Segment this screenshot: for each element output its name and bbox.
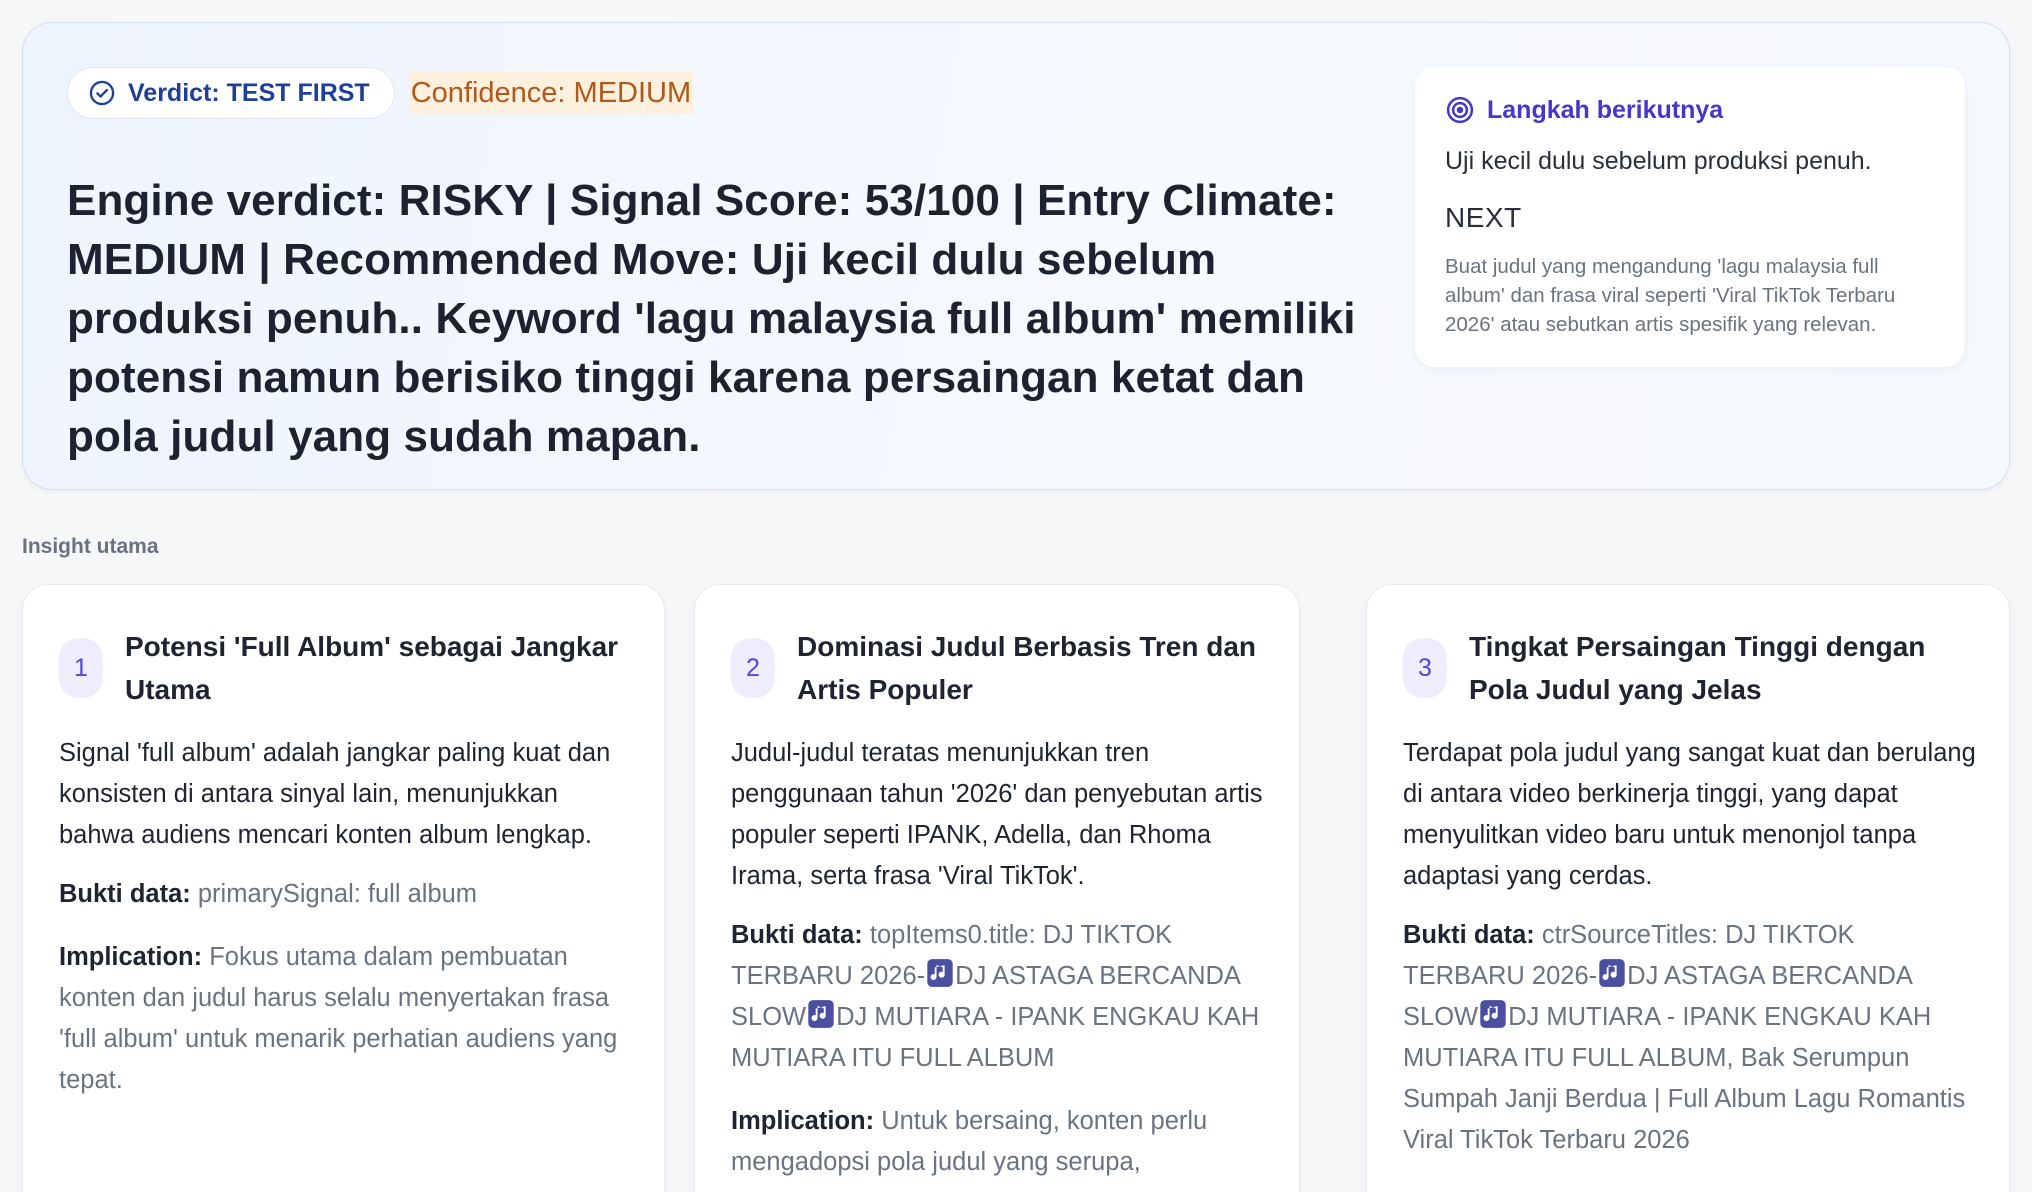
insight-number-badge: 2 bbox=[731, 638, 775, 698]
music-note-icon bbox=[927, 959, 953, 987]
music-note-icon bbox=[1480, 1000, 1506, 1028]
implication-key: Implication: bbox=[731, 1107, 875, 1135]
insight-evidence: Bukti data: ctrSourceTitles: DJ TIKTOK T… bbox=[1403, 915, 1979, 1161]
insight-card-body: Terdapat pola judul yang sangat kuat dan… bbox=[1403, 733, 1979, 1161]
verdict-badge: Verdict: TEST FIRST bbox=[67, 67, 395, 119]
insight-title: Potensi 'Full Album' sebagai Jangkar Uta… bbox=[125, 631, 619, 705]
insight-card-body: Judul-judul teratas menunjukkan tren pen… bbox=[731, 733, 1269, 1183]
verdict-pill-row: Verdict: TEST FIRST Confidence: MEDIUM bbox=[67, 67, 694, 119]
next-step-title: Langkah berikutnya bbox=[1487, 95, 1724, 124]
music-note-icon bbox=[808, 1000, 834, 1028]
evidence-key: Bukti data: bbox=[1403, 921, 1535, 949]
insight-title: Tingkat Persaingan Tinggi dengan Pola Ju… bbox=[1469, 631, 1926, 705]
insight-card-body: Signal 'full album' adalah jangkar palin… bbox=[59, 733, 634, 1101]
target-icon bbox=[1446, 96, 1474, 124]
evidence-value: primarySignal: full album bbox=[197, 880, 478, 908]
verdict-headline: Engine verdict: RISKY | Signal Score: 53… bbox=[67, 176, 1356, 461]
next-step-description: Buat judul yang mengandung 'lagu malaysi… bbox=[1445, 255, 1896, 336]
insight-description: Terdapat pola judul yang sangat kuat dan… bbox=[1403, 739, 1976, 890]
insight-description: Judul-judul teratas menunjukkan tren pen… bbox=[731, 739, 1263, 890]
evidence-key: Bukti data: bbox=[731, 921, 863, 949]
next-step-label: NEXT bbox=[1445, 202, 1522, 233]
verdict-banner: Verdict: TEST FIRST Confidence: MEDIUM E… bbox=[22, 22, 2010, 490]
insights-section-label: Insight utama bbox=[22, 535, 159, 558]
insight-card-1: 1 Potensi 'Full Album' sebagai Jangkar U… bbox=[22, 584, 665, 1192]
insight-number-badge: 3 bbox=[1403, 638, 1447, 698]
page: Verdict: TEST FIRST Confidence: MEDIUM E… bbox=[0, 0, 2032, 1192]
implication-key: Implication: bbox=[59, 943, 203, 971]
insight-number-badge: 1 bbox=[59, 638, 103, 698]
next-step-header: Langkah berikutnya bbox=[1445, 95, 1935, 125]
confidence-label: Confidence: MEDIUM bbox=[408, 72, 694, 114]
insight-card-header: 3 Tingkat Persaingan Tinggi dengan Pola … bbox=[1403, 625, 1979, 711]
music-note-icon bbox=[1599, 959, 1625, 987]
insight-card-3: 3 Tingkat Persaingan Tinggi dengan Pola … bbox=[1366, 584, 2010, 1192]
insight-implication: Implication: Untuk bersaing, konten perl… bbox=[731, 1101, 1269, 1183]
check-circle-icon bbox=[89, 80, 115, 106]
insight-evidence: Bukti data: primarySignal: full album bbox=[59, 874, 634, 915]
insight-card-header: 2 Dominasi Judul Berbasis Tren dan Artis… bbox=[731, 625, 1269, 711]
insight-description: Signal 'full album' adalah jangkar palin… bbox=[59, 739, 611, 849]
insight-implication: Implication: Fokus utama dalam pembuatan… bbox=[59, 937, 634, 1101]
insight-card-header: 1 Potensi 'Full Album' sebagai Jangkar U… bbox=[59, 625, 634, 711]
next-step-card: Langkah berikutnya Uji kecil dulu sebelu… bbox=[1415, 67, 1965, 367]
next-step-subtitle: Uji kecil dulu sebelum produksi penuh. bbox=[1445, 147, 1872, 175]
insight-title: Dominasi Judul Berbasis Tren dan Artis P… bbox=[797, 631, 1257, 705]
insight-evidence: Bukti data: topItems0.title: DJ TIKTOK T… bbox=[731, 915, 1269, 1079]
insight-card-2: 2 Dominasi Judul Berbasis Tren dan Artis… bbox=[694, 584, 1300, 1192]
evidence-key: Bukti data: bbox=[59, 880, 191, 908]
verdict-badge-label: Verdict: TEST FIRST bbox=[128, 78, 370, 107]
